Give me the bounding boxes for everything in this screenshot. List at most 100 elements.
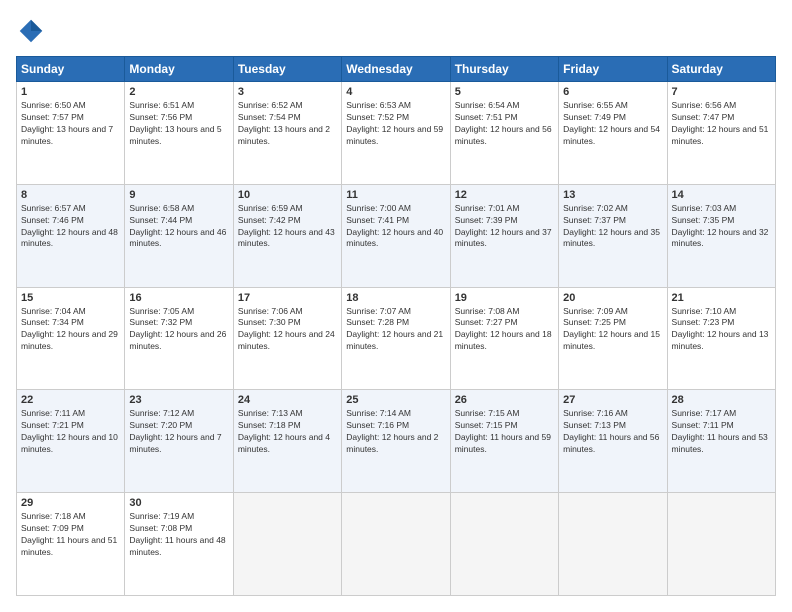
day-number: 3 [238,86,337,98]
day-info: Sunrise: 7:00 AMSunset: 7:41 PMDaylight:… [346,203,443,249]
calendar-cell: 18 Sunrise: 7:07 AMSunset: 7:28 PMDaylig… [342,287,450,390]
day-info: Sunrise: 7:11 AMSunset: 7:21 PMDaylight:… [21,408,118,454]
day-info: Sunrise: 7:05 AMSunset: 7:32 PMDaylight:… [129,306,226,352]
calendar-cell: 4 Sunrise: 6:53 AMSunset: 7:52 PMDayligh… [342,82,450,185]
calendar-cell: 24 Sunrise: 7:13 AMSunset: 7:18 PMDaylig… [233,390,341,493]
calendar-cell: 20 Sunrise: 7:09 AMSunset: 7:25 PMDaylig… [559,287,667,390]
day-info: Sunrise: 7:16 AMSunset: 7:13 PMDaylight:… [563,408,659,454]
day-number: 23 [129,394,228,406]
day-info: Sunrise: 6:56 AMSunset: 7:47 PMDaylight:… [672,100,769,146]
calendar-week-row: 8 Sunrise: 6:57 AMSunset: 7:46 PMDayligh… [17,184,776,287]
weekday-header-friday: Friday [559,57,667,82]
day-number: 22 [21,394,120,406]
day-info: Sunrise: 6:59 AMSunset: 7:42 PMDaylight:… [238,203,335,249]
calendar-cell: 2 Sunrise: 6:51 AMSunset: 7:56 PMDayligh… [125,82,233,185]
day-number: 10 [238,189,337,201]
day-number: 13 [563,189,662,201]
day-number: 18 [346,292,445,304]
day-info: Sunrise: 6:50 AMSunset: 7:57 PMDaylight:… [21,100,113,146]
day-info: Sunrise: 7:19 AMSunset: 7:08 PMDaylight:… [129,511,225,557]
day-number: 9 [129,189,228,201]
day-info: Sunrise: 7:18 AMSunset: 7:09 PMDaylight:… [21,511,117,557]
calendar-cell: 11 Sunrise: 7:00 AMSunset: 7:41 PMDaylig… [342,184,450,287]
calendar-cell [667,493,775,596]
calendar-cell: 19 Sunrise: 7:08 AMSunset: 7:27 PMDaylig… [450,287,558,390]
day-info: Sunrise: 7:03 AMSunset: 7:35 PMDaylight:… [672,203,769,249]
day-number: 25 [346,394,445,406]
day-info: Sunrise: 6:53 AMSunset: 7:52 PMDaylight:… [346,100,443,146]
day-info: Sunrise: 6:57 AMSunset: 7:46 PMDaylight:… [21,203,118,249]
day-number: 28 [672,394,771,406]
day-info: Sunrise: 7:13 AMSunset: 7:18 PMDaylight:… [238,408,330,454]
calendar-cell: 7 Sunrise: 6:56 AMSunset: 7:47 PMDayligh… [667,82,775,185]
calendar-cell: 5 Sunrise: 6:54 AMSunset: 7:51 PMDayligh… [450,82,558,185]
day-number: 8 [21,189,120,201]
day-number: 14 [672,189,771,201]
calendar-cell: 14 Sunrise: 7:03 AMSunset: 7:35 PMDaylig… [667,184,775,287]
calendar-cell: 17 Sunrise: 7:06 AMSunset: 7:30 PMDaylig… [233,287,341,390]
day-number: 15 [21,292,120,304]
day-number: 20 [563,292,662,304]
day-info: Sunrise: 7:10 AMSunset: 7:23 PMDaylight:… [672,306,769,352]
day-info: Sunrise: 6:52 AMSunset: 7:54 PMDaylight:… [238,100,330,146]
weekday-header-monday: Monday [125,57,233,82]
weekday-header-saturday: Saturday [667,57,775,82]
day-number: 17 [238,292,337,304]
day-number: 6 [563,86,662,98]
day-info: Sunrise: 7:08 AMSunset: 7:27 PMDaylight:… [455,306,552,352]
day-info: Sunrise: 7:15 AMSunset: 7:15 PMDaylight:… [455,408,551,454]
day-info: Sunrise: 7:12 AMSunset: 7:20 PMDaylight:… [129,408,221,454]
calendar-cell: 9 Sunrise: 6:58 AMSunset: 7:44 PMDayligh… [125,184,233,287]
day-info: Sunrise: 7:02 AMSunset: 7:37 PMDaylight:… [563,203,660,249]
day-number: 24 [238,394,337,406]
day-info: Sunrise: 7:04 AMSunset: 7:34 PMDaylight:… [21,306,118,352]
day-info: Sunrise: 6:54 AMSunset: 7:51 PMDaylight:… [455,100,552,146]
logo-icon [16,16,46,46]
calendar-week-row: 1 Sunrise: 6:50 AMSunset: 7:57 PMDayligh… [17,82,776,185]
calendar-cell: 13 Sunrise: 7:02 AMSunset: 7:37 PMDaylig… [559,184,667,287]
day-info: Sunrise: 7:14 AMSunset: 7:16 PMDaylight:… [346,408,438,454]
day-info: Sunrise: 7:17 AMSunset: 7:11 PMDaylight:… [672,408,768,454]
calendar-cell: 25 Sunrise: 7:14 AMSunset: 7:16 PMDaylig… [342,390,450,493]
calendar-cell: 15 Sunrise: 7:04 AMSunset: 7:34 PMDaylig… [17,287,125,390]
day-info: Sunrise: 7:07 AMSunset: 7:28 PMDaylight:… [346,306,443,352]
calendar-table: SundayMondayTuesdayWednesdayThursdayFrid… [16,56,776,596]
calendar-week-row: 22 Sunrise: 7:11 AMSunset: 7:21 PMDaylig… [17,390,776,493]
calendar-cell: 21 Sunrise: 7:10 AMSunset: 7:23 PMDaylig… [667,287,775,390]
day-number: 26 [455,394,554,406]
calendar-week-row: 15 Sunrise: 7:04 AMSunset: 7:34 PMDaylig… [17,287,776,390]
calendar-cell: 3 Sunrise: 6:52 AMSunset: 7:54 PMDayligh… [233,82,341,185]
day-number: 4 [346,86,445,98]
day-number: 5 [455,86,554,98]
calendar-week-row: 29 Sunrise: 7:18 AMSunset: 7:09 PMDaylig… [17,493,776,596]
day-info: Sunrise: 7:01 AMSunset: 7:39 PMDaylight:… [455,203,552,249]
weekday-header-tuesday: Tuesday [233,57,341,82]
calendar-cell: 6 Sunrise: 6:55 AMSunset: 7:49 PMDayligh… [559,82,667,185]
day-number: 27 [563,394,662,406]
weekday-header-wednesday: Wednesday [342,57,450,82]
calendar-cell: 1 Sunrise: 6:50 AMSunset: 7:57 PMDayligh… [17,82,125,185]
weekday-header-sunday: Sunday [17,57,125,82]
calendar-cell [559,493,667,596]
calendar-cell [450,493,558,596]
day-number: 19 [455,292,554,304]
day-number: 7 [672,86,771,98]
calendar-cell: 22 Sunrise: 7:11 AMSunset: 7:21 PMDaylig… [17,390,125,493]
calendar-cell: 29 Sunrise: 7:18 AMSunset: 7:09 PMDaylig… [17,493,125,596]
calendar-cell: 27 Sunrise: 7:16 AMSunset: 7:13 PMDaylig… [559,390,667,493]
day-number: 21 [672,292,771,304]
calendar-cell: 26 Sunrise: 7:15 AMSunset: 7:15 PMDaylig… [450,390,558,493]
calendar-cell: 10 Sunrise: 6:59 AMSunset: 7:42 PMDaylig… [233,184,341,287]
page: SundayMondayTuesdayWednesdayThursdayFrid… [0,0,792,612]
calendar-cell: 30 Sunrise: 7:19 AMSunset: 7:08 PMDaylig… [125,493,233,596]
calendar-cell [342,493,450,596]
weekday-header-thursday: Thursday [450,57,558,82]
header [16,16,776,46]
day-number: 11 [346,189,445,201]
day-info: Sunrise: 7:06 AMSunset: 7:30 PMDaylight:… [238,306,335,352]
calendar-cell: 23 Sunrise: 7:12 AMSunset: 7:20 PMDaylig… [125,390,233,493]
calendar-cell: 12 Sunrise: 7:01 AMSunset: 7:39 PMDaylig… [450,184,558,287]
day-info: Sunrise: 6:55 AMSunset: 7:49 PMDaylight:… [563,100,660,146]
calendar-cell: 8 Sunrise: 6:57 AMSunset: 7:46 PMDayligh… [17,184,125,287]
day-number: 30 [129,497,228,509]
